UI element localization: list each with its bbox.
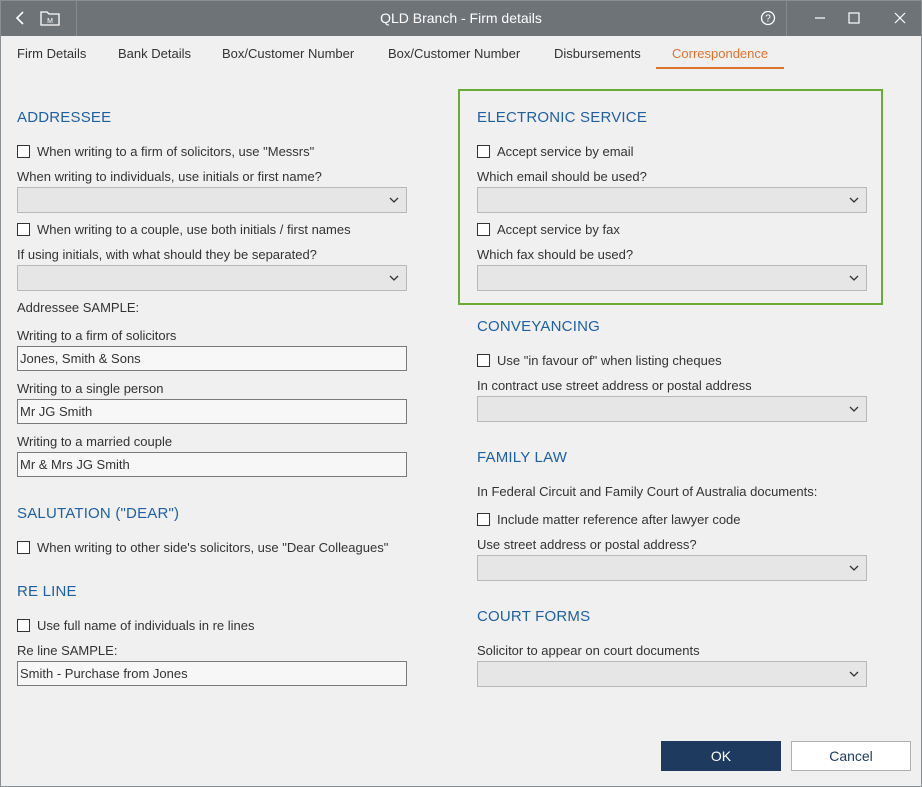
which-email-label: Which email should be used? xyxy=(477,169,647,184)
accept-fax-checkbox[interactable] xyxy=(477,223,490,236)
help-icon[interactable]: ? xyxy=(756,0,780,36)
separator-label: If using initials, with what should they… xyxy=(17,247,317,262)
solicitor-label: Solicitor to appear on court documents xyxy=(477,643,700,658)
conveyancing-heading: CONVEYANCING xyxy=(477,318,600,335)
electronic-service-heading: ELECTRONIC SERVICE xyxy=(477,109,648,126)
contract-address-select[interactable] xyxy=(477,396,867,422)
family-address-label: Use street address or postal address? xyxy=(477,537,697,552)
salutation-heading: SALUTATION ("DEAR") xyxy=(17,505,180,522)
in-favour-label: Use "in favour of" when listing cheques xyxy=(497,353,722,368)
active-tab-indicator xyxy=(656,67,784,69)
tab-bank-details[interactable]: Bank Details xyxy=(118,46,191,61)
chevron-down-icon xyxy=(849,197,859,203)
ok-button[interactable]: OK xyxy=(661,741,781,771)
tab-firm-details[interactable]: Firm Details xyxy=(17,46,86,61)
family-court-intro: In Federal Circuit and Family Court of A… xyxy=(477,484,818,499)
family-address-select[interactable] xyxy=(477,555,867,581)
messrs-checkbox[interactable] xyxy=(17,145,30,158)
tab-correspondence[interactable]: Correspondence xyxy=(672,46,768,61)
chevron-down-icon xyxy=(389,197,399,203)
accept-email-checkbox[interactable] xyxy=(477,145,490,158)
accept-fax-label: Accept service by fax xyxy=(497,222,620,237)
maximize-icon[interactable] xyxy=(834,0,874,36)
chevron-down-icon xyxy=(849,275,859,281)
individuals-label: When writing to individuals, use initial… xyxy=(17,169,322,184)
tab-bar: Firm Details Bank Details Box/Customer N… xyxy=(0,36,922,71)
contract-address-label: In contract use street address or postal… xyxy=(477,378,752,393)
single-person-label: Writing to a single person xyxy=(17,381,164,396)
accept-email-label: Accept service by email xyxy=(497,144,634,159)
which-fax-select[interactable] xyxy=(477,265,867,291)
chevron-down-icon xyxy=(849,406,859,412)
which-fax-label: Which fax should be used? xyxy=(477,247,634,262)
family-law-heading: FAMILY LAW xyxy=(477,449,568,466)
dear-colleagues-checkbox[interactable] xyxy=(17,541,30,554)
full-name-label: Use full name of individuals in re lines xyxy=(37,618,255,633)
reline-sample-label: Re line SAMPLE: xyxy=(17,643,118,658)
matter-reference-checkbox[interactable] xyxy=(477,513,490,526)
cancel-button[interactable]: Cancel xyxy=(791,741,911,771)
window-title: QLD Branch - Firm details xyxy=(380,10,542,26)
messrs-label: When writing to a firm of solicitors, us… xyxy=(37,144,315,159)
addressee-heading: ADDRESSEE xyxy=(17,109,112,126)
tab-box-customer-number[interactable]: Box/Customer Number xyxy=(222,46,354,61)
individuals-select[interactable] xyxy=(17,187,407,213)
svg-text:?: ? xyxy=(765,14,771,25)
full-name-checkbox[interactable] xyxy=(17,619,30,632)
couple-label: When writing to a couple, use both initi… xyxy=(37,222,351,237)
reline-heading: RE LINE xyxy=(17,583,77,600)
married-couple-sample: Mr & Mrs JG Smith xyxy=(17,452,407,477)
addressee-sample-label: Addressee SAMPLE: xyxy=(17,300,140,315)
tab-box-customer-number-2[interactable]: Box/Customer Number xyxy=(388,46,520,61)
tab-disbursements[interactable]: Disbursements xyxy=(554,46,641,61)
reline-sample: Smith - Purchase from Jones xyxy=(17,661,407,686)
chevron-down-icon xyxy=(389,275,399,281)
chevron-down-icon xyxy=(849,671,859,677)
chevron-down-icon xyxy=(849,565,859,571)
firm-solicitors-sample: Jones, Smith & Sons xyxy=(17,346,407,371)
which-email-select[interactable] xyxy=(477,187,867,213)
in-favour-checkbox[interactable] xyxy=(477,354,490,367)
solicitor-select[interactable] xyxy=(477,661,867,687)
firm-solicitors-label: Writing to a firm of solicitors xyxy=(17,328,177,343)
court-forms-heading: COURT FORMS xyxy=(477,608,591,625)
single-person-sample: Mr JG Smith xyxy=(17,399,407,424)
title-separator xyxy=(786,0,787,36)
matter-reference-label: Include matter reference after lawyer co… xyxy=(497,512,741,527)
couple-checkbox[interactable] xyxy=(17,223,30,236)
title-bar: M QLD Branch - Firm details ? xyxy=(0,0,922,36)
married-couple-label: Writing to a married couple xyxy=(17,434,173,449)
dear-colleagues-label: When writing to other side's solicitors,… xyxy=(37,540,389,555)
separator-select[interactable] xyxy=(17,265,407,291)
close-icon[interactable] xyxy=(880,0,920,36)
